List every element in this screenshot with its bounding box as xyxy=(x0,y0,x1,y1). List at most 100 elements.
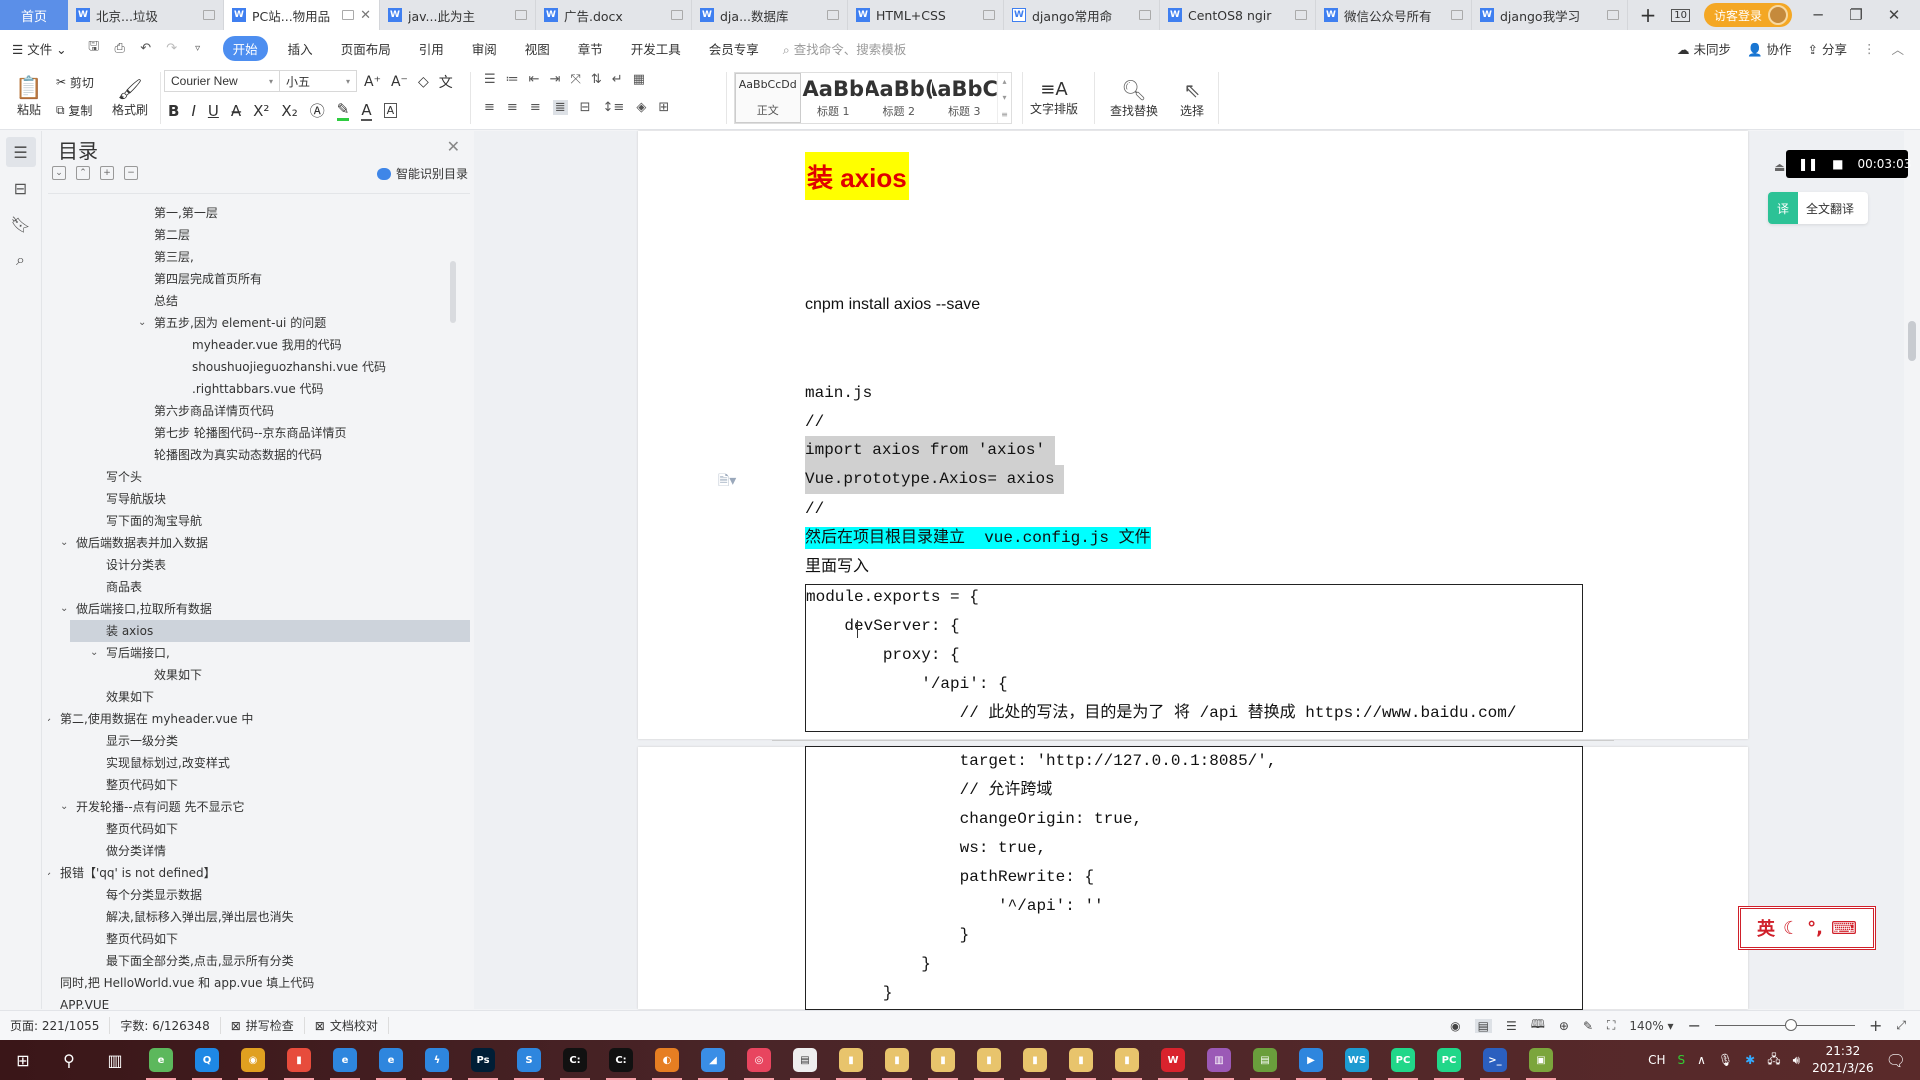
menu-tab[interactable]: 章节 xyxy=(564,39,617,58)
new-tab-button[interactable]: + xyxy=(1628,0,1668,30)
taskbar-app[interactable]: ▮ xyxy=(828,1040,874,1080)
chinese-layout-icon[interactable]: ⤧ xyxy=(570,72,580,87)
redo-icon[interactable]: ↷ xyxy=(159,41,185,56)
taskbar-app[interactable]: ◢ xyxy=(690,1040,736,1080)
collapse-ribbon-icon[interactable]: ︿ xyxy=(1891,39,1904,58)
menu-tab[interactable]: 审阅 xyxy=(458,39,511,58)
doc-line[interactable]: 然后在项目根目录建立 vue.config.js 文件 xyxy=(805,527,1151,549)
toc-item[interactable]: 每个分类显示数据 xyxy=(48,884,470,906)
web-view-icon[interactable]: ⊕ xyxy=(1559,1019,1569,1033)
superscript-icon[interactable]: X² xyxy=(253,102,269,120)
toc-item[interactable]: 第四层完成首页所有 xyxy=(48,268,470,290)
toc-item[interactable]: ⌄ 第二,使用数据在 myheader.vue 中 xyxy=(48,708,470,730)
doc-line[interactable]: main.js xyxy=(805,382,872,404)
code-line[interactable]: // 允许跨域 xyxy=(806,779,1053,801)
taskbar-app[interactable]: e xyxy=(322,1040,368,1080)
outline-view-icon[interactable]: ☰ xyxy=(1506,1019,1517,1033)
taskbar-app[interactable]: C: xyxy=(552,1040,598,1080)
chevron-down-icon[interactable]: ⌄ xyxy=(60,532,68,554)
toc-item[interactable]: 第六步商品详情页代码 xyxy=(48,400,470,422)
taskbar-app[interactable]: ▮ xyxy=(1104,1040,1150,1080)
toc-item[interactable]: 第一,第一层 xyxy=(48,202,470,224)
highlight-icon[interactable]: ✎ xyxy=(336,100,350,121)
print-preview-icon[interactable]: ⎙ xyxy=(107,41,133,56)
fullscreen-icon[interactable]: ⤢ xyxy=(1896,1018,1906,1033)
bookmark-icon[interactable]: 🔖︎ xyxy=(6,209,36,239)
code-line[interactable]: devServer: { xyxy=(806,615,959,637)
document-tab[interactable]: Wdja...数据库 xyxy=(692,0,848,30)
toc-panel-icon[interactable]: ☰ xyxy=(5,137,36,167)
increase-indent-icon[interactable]: ⇥ xyxy=(550,72,561,87)
sync-status[interactable]: ☁ 未同步 xyxy=(1677,39,1731,58)
sort-icon[interactable]: ⇅ xyxy=(591,72,602,87)
document-tab[interactable]: W 微信公众号所有 xyxy=(1316,0,1472,30)
grow-font-icon[interactable]: A⁺ xyxy=(364,74,381,90)
toc-item[interactable]: 装 axios xyxy=(70,620,470,642)
volume-icon[interactable]: 🔊︎ xyxy=(1793,1053,1801,1068)
close-icon[interactable]: ✕ xyxy=(447,137,460,156)
toc-item[interactable]: 最下面全部分类,点击,显示所有分类 xyxy=(48,950,470,972)
pause-icon[interactable]: ❚❚ xyxy=(1798,157,1818,171)
guest-login-button[interactable]: 访客登录 xyxy=(1703,3,1792,27)
toc-item[interactable]: 整页代码如下 xyxy=(48,774,470,796)
taskbar-app[interactable]: ▶ xyxy=(1288,1040,1334,1080)
toc-item[interactable]: 写导航版块 xyxy=(48,488,470,510)
proofread-button[interactable]: ⊠ 文档校对 xyxy=(305,1017,389,1034)
toc-item[interactable]: 整页代码如下 xyxy=(48,818,470,840)
remove-heading-icon[interactable]: − xyxy=(124,166,138,180)
clear-format-icon[interactable]: ◇ xyxy=(418,74,429,90)
table-grid-icon[interactable]: ▦ xyxy=(633,72,645,87)
zoom-in-button[interactable]: + xyxy=(1869,1016,1882,1035)
char-border-icon[interactable]: A xyxy=(383,103,398,118)
taskbar-app[interactable]: ϟ xyxy=(414,1040,460,1080)
style-preset[interactable]: AaBb 标题 1 xyxy=(801,73,867,123)
zoom-out-button[interactable]: − xyxy=(1688,1016,1701,1035)
menu-tab[interactable]: 开始 xyxy=(222,35,268,61)
doc-line[interactable]: import axios from 'axios' xyxy=(805,436,1055,465)
subscript-icon[interactable]: X₂ xyxy=(281,102,297,120)
doc-line[interactable]: Vue.prototype.Axios= axios xyxy=(805,465,1065,494)
notification-icon[interactable]: 🗨︎ xyxy=(1886,1051,1906,1070)
code-line[interactable]: proxy: { xyxy=(806,644,960,666)
full-translate-button[interactable]: 译 全文翻译 xyxy=(1768,192,1868,224)
toc-item[interactable]: 第三层, xyxy=(48,246,470,268)
toc-item[interactable]: 写个头 xyxy=(48,466,470,488)
shading-icon[interactable]: ◈ xyxy=(636,100,646,115)
toc-item[interactable]: APP.VUE xyxy=(48,994,470,1009)
toc-item[interactable]: ⌄ 第五步,因为 element-ui 的问题 xyxy=(48,312,470,334)
toc-item[interactable]: 设计分类表 xyxy=(48,554,470,576)
toc-item[interactable]: 第二层 xyxy=(48,224,470,246)
strikethrough-icon[interactable]: A̶ xyxy=(231,102,241,120)
taskbar-app[interactable]: W xyxy=(1150,1040,1196,1080)
page-view-icon[interactable]: ▤ xyxy=(1474,1018,1492,1033)
toc-item[interactable]: .righttabbars.vue 代码 xyxy=(48,378,470,400)
taskbar-app[interactable]: ▥ xyxy=(1196,1040,1242,1080)
toc-item[interactable]: myheader.vue 我用的代码 xyxy=(48,334,470,356)
word-count[interactable]: 字数: 6/126348 xyxy=(110,1017,221,1034)
chevron-down-icon[interactable]: ⌄ xyxy=(48,708,52,730)
taskbar-app[interactable]: e xyxy=(138,1040,184,1080)
eye-protect-icon[interactable]: ◉ xyxy=(1450,1019,1460,1033)
menu-tab[interactable]: 开发工具 xyxy=(617,39,695,58)
taskbar-app[interactable]: PC xyxy=(1426,1040,1472,1080)
code-line[interactable]: ws: true, xyxy=(806,837,1046,859)
zoom-level[interactable]: 140% ▾ xyxy=(1629,1019,1673,1033)
text-layout-button[interactable]: ≡A 文字排版 xyxy=(1024,72,1084,124)
taskbar-app[interactable]: Ps xyxy=(460,1040,506,1080)
doc-heading[interactable]: 装 axios xyxy=(805,152,909,200)
sogou-icon[interactable]: S xyxy=(1677,1053,1685,1067)
toc-item[interactable]: 效果如下 xyxy=(48,686,470,708)
doc-line[interactable]: // xyxy=(805,411,824,433)
toc-item[interactable]: 显示一级分类 xyxy=(48,730,470,752)
ime-toolbar[interactable]: 英 ☾ °, ⌨ xyxy=(1738,906,1876,950)
style-preset[interactable]: AaBbCcDd 正文 xyxy=(735,73,801,123)
microphone-icon[interactable]: 🎙︎ xyxy=(1718,1053,1733,1067)
numbering-icon[interactable]: ≔ xyxy=(506,72,519,87)
style-preset[interactable]: AaBb(标题 2 xyxy=(866,73,932,123)
toc-item[interactable]: 第七步 轮播图代码--京东商品详情页 xyxy=(48,422,470,444)
toc-item[interactable]: 商品表 xyxy=(48,576,470,598)
expand-all-icon[interactable]: ⌄ xyxy=(52,166,66,180)
taskbar-app[interactable]: ▤ xyxy=(1242,1040,1288,1080)
toc-item[interactable]: 同时,把 HelloWorld.vue 和 app.vue 填上代码 xyxy=(48,972,470,994)
toc-item[interactable]: ⌄ 做后端数据表并加入数据 xyxy=(48,532,470,554)
